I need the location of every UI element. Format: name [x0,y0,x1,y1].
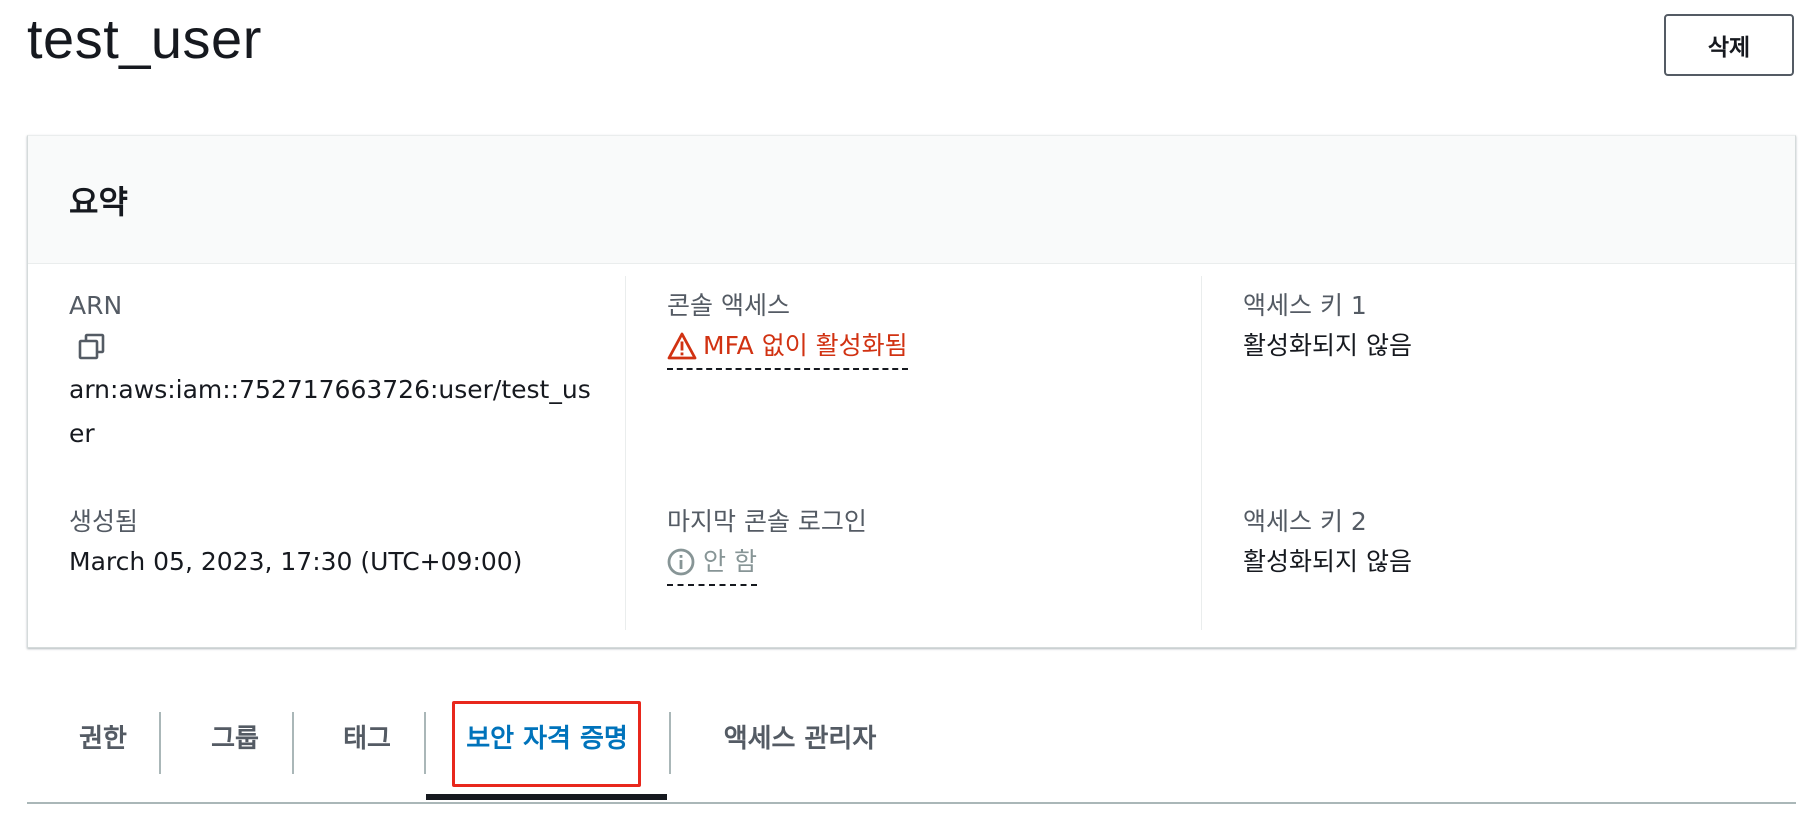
summary-column-1: ARN arn:aws:iam::752717663726:user/test_… [28,276,625,630]
created-value: March 05, 2023, 17:30 (UTC+09:00) [69,547,523,576]
access-key-1-label: 액세스 키 1 [1243,291,1367,320]
console-access-value: MFA 없이 활성화됨 [703,331,908,360]
tab-tags[interactable]: 태그 [331,698,403,774]
access-key-2-label: 액세스 키 2 [1243,507,1367,536]
warning-icon [667,332,697,360]
arn-value: arn:aws:iam::752717663726:user/test_user [69,375,591,448]
access-key-2-value: 활성화되지 않음 [1243,547,1412,576]
tab-access-advisor[interactable]: 액세스 관리자 [704,698,896,774]
info-icon [667,548,695,576]
page-title: test_user [27,7,262,70]
summary-column-3: 액세스 키 1 활성화되지 않음 액세스 키 2 활성화되지 않음 [1201,276,1795,630]
summary-card-header: 요약 [28,136,1795,264]
tab-divider [159,712,161,774]
last-console-login-value: 안 함 [703,547,757,576]
copy-icon[interactable] [77,332,107,362]
arn-label: ARN [69,291,123,320]
created-field: 생성됨 March 05, 2023, 17:30 (UTC+09:00) [69,504,522,584]
tab-security-credentials[interactable]: 보안 자격 증명 [457,698,637,774]
console-access-field: 콘솔 액세스 MFA 없이 활성화됨 [667,288,908,370]
last-console-login-label: 마지막 콘솔 로그인 [667,507,867,536]
user-detail-tabs: 권한 그룹 태그 보안 자격 증명 액세스 관리자 [27,684,1796,804]
created-label: 생성됨 [69,507,139,536]
tab-divider [669,712,671,774]
tab-divider [424,712,426,774]
delete-button[interactable]: 삭제 [1664,14,1794,76]
tab-permissions[interactable]: 권한 [67,698,139,774]
active-tab-indicator [426,794,667,800]
console-access-label: 콘솔 액세스 [667,291,790,320]
console-access-status[interactable]: MFA 없이 활성화됨 [667,324,908,370]
summary-heading: 요약 [69,182,128,221]
arn-field: ARN arn:aws:iam::752717663726:user/test_… [69,288,599,456]
last-console-login-status[interactable]: 안 함 [667,540,757,586]
access-key-2-field: 액세스 키 2 활성화되지 않음 [1243,504,1412,584]
tab-divider [292,712,294,774]
access-key-1-field: 액세스 키 1 활성화되지 않음 [1243,288,1412,368]
last-console-login-field: 마지막 콘솔 로그인 안 함 [667,504,867,586]
summary-column-2: 콘솔 액세스 MFA 없이 활성화됨 마지막 콘솔 로그인 안 함 [625,276,1201,630]
access-key-1-value: 활성화되지 않음 [1243,331,1412,360]
iam-user-detail-page: test_user 삭제 요약 ARN arn:aws:iam::7527176… [0,0,1820,818]
tab-groups[interactable]: 그룹 [199,698,271,774]
summary-card: 요약 ARN arn:aws:iam::752717663726:user/te… [27,135,1796,648]
